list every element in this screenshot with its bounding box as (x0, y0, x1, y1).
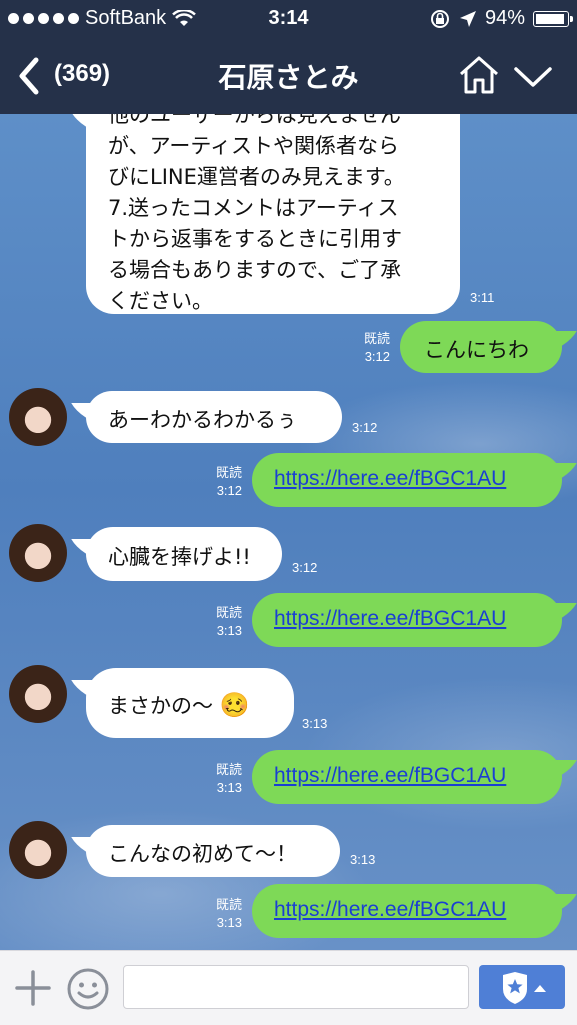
chevron-down-icon[interactable] (512, 60, 554, 94)
message-link[interactable]: https://here.ee/fBGC1AU (274, 467, 562, 491)
message-bubble-incoming[interactable]: 他のユーザーからは見えません が、アーティストや関係者なら びにLINE運営者の… (86, 114, 460, 314)
message-text-line: ください。 (108, 289, 213, 313)
message-bubble-outgoing[interactable]: https://here.ee/fBGC1AU (252, 593, 562, 647)
message-text: こんにちわ (424, 338, 529, 362)
chat-header: (369) 石原さとみ (0, 38, 577, 114)
message-bubble-incoming[interactable]: 心臓を捧げよ!! (86, 527, 282, 581)
message-link[interactable]: https://here.ee/fBGC1AU (274, 764, 562, 788)
message-text-line: が、アーティストや関係者なら (108, 134, 400, 158)
message-text-body: まさかの〜 (108, 694, 213, 718)
read-receipt: 既読 (363, 332, 390, 347)
message-bubble-outgoing[interactable]: https://here.ee/fBGC1AU (252, 884, 562, 938)
battery-icon (533, 10, 573, 27)
message-bubble-outgoing[interactable]: こんにちわ (400, 321, 562, 373)
message-time: 3:12 (292, 560, 318, 575)
message-time: 3:13 (216, 623, 242, 638)
battery-percent: 94% (484, 7, 525, 29)
message-text: あーわかるわかるぅ (108, 408, 297, 432)
message-bubble-outgoing[interactable]: https://here.ee/fBGC1AU (252, 750, 562, 804)
avatar[interactable] (9, 388, 67, 446)
shield-star-icon (503, 972, 546, 1004)
message-time: 3:12 (364, 349, 390, 364)
message-text-line: 7.送ったコメントはアーティス (108, 196, 399, 220)
home-icon[interactable] (456, 52, 502, 98)
woozy-face-emoji-icon: 🥴 (219, 691, 250, 719)
chat-area[interactable]: 他のユーザーからは見えません が、アーティストや関係者なら びにLINE運営者の… (0, 114, 577, 950)
message-input[interactable] (123, 965, 469, 1009)
message-text-line: トから返事をするときに引用す (108, 227, 402, 251)
location-arrow-icon (459, 10, 476, 27)
message-time: 3:13 (302, 716, 328, 731)
message-bubble-incoming[interactable]: まさかの〜 🥴 (86, 668, 294, 738)
send-stamp-button[interactable] (479, 965, 565, 1009)
message-time: 3:13 (216, 915, 242, 930)
message-meta: 既読 3:12 (346, 330, 390, 365)
message-bubble-outgoing[interactable]: https://here.ee/fBGC1AU (252, 453, 562, 507)
message-time: 3:11 (470, 290, 495, 305)
message-input-bar (0, 950, 577, 1025)
message-meta: 既読 3:13 (198, 604, 242, 639)
message-text-line: 他のユーザーからは見えません (108, 114, 401, 127)
message-link[interactable]: https://here.ee/fBGC1AU (274, 607, 562, 631)
message-time: 3:12 (352, 420, 378, 435)
message-text-line: る場合もありますので、ご了承 (108, 258, 402, 282)
plus-icon[interactable] (14, 969, 52, 1007)
status-bar: SoftBank 3:14 94% (0, 0, 577, 38)
status-right: 94% (429, 7, 573, 30)
message-bubble-incoming[interactable]: こんなの初めて〜！ (86, 825, 340, 877)
message-link[interactable]: https://here.ee/fBGC1AU (274, 898, 562, 922)
message-time: 3:13 (216, 780, 242, 795)
avatar[interactable] (9, 821, 67, 879)
message-text: 心臓を捧げよ!! (108, 545, 251, 569)
emoji-icon[interactable] (66, 967, 110, 1011)
message-text: こんなの初めて〜！ (108, 842, 297, 866)
message-meta: 既読 3:13 (198, 896, 242, 931)
message-time: 3:13 (350, 852, 376, 867)
rotation-lock-icon (430, 9, 449, 28)
message-bubble-incoming[interactable]: あーわかるわかるぅ (86, 391, 342, 443)
read-receipt: 既読 (215, 466, 242, 481)
message-text-line: びにLINE運営者のみ見えます。 (108, 165, 405, 189)
message-time: 3:12 (216, 483, 242, 498)
read-receipt: 既読 (215, 606, 242, 621)
message-meta: 既読 3:13 (198, 761, 242, 796)
read-receipt: 既読 (215, 763, 242, 778)
message-meta: 既読 3:12 (198, 464, 242, 499)
read-receipt: 既読 (215, 898, 242, 913)
message-text: まさかの〜 🥴 (108, 690, 294, 720)
avatar[interactable] (9, 524, 67, 582)
avatar[interactable] (9, 665, 67, 723)
